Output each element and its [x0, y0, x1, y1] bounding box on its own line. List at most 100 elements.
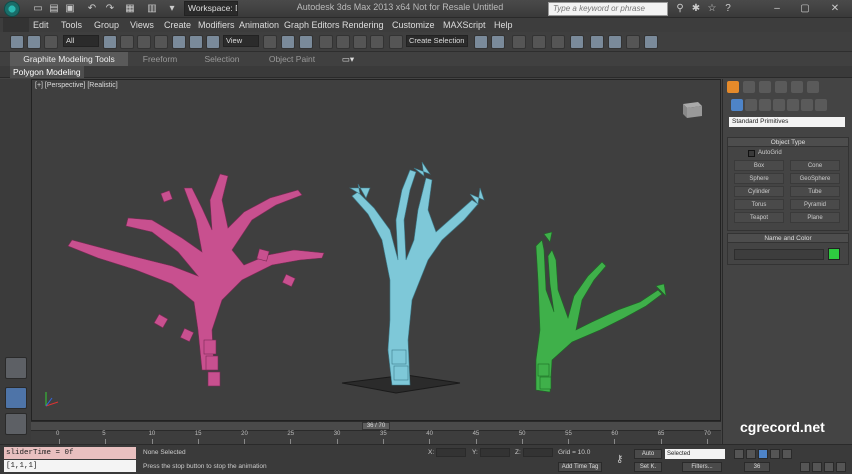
menu-edit[interactable]: Edit: [33, 19, 49, 31]
spinner-snap-icon[interactable]: [370, 35, 384, 49]
viewport-layout-icon[interactable]: [5, 357, 27, 379]
selection-filter-select[interactable]: All: [63, 35, 99, 47]
new-file-icon[interactable]: ▭: [32, 3, 44, 15]
workspace-select[interactable]: Workspace: Default: [184, 1, 238, 16]
select-by-name-icon[interactable]: [120, 35, 134, 49]
undo-tool-icon[interactable]: [10, 35, 24, 49]
display-tab-icon[interactable]: [791, 81, 803, 93]
maxscript-listener-input[interactable]: [1,1,1]: [4, 460, 136, 472]
object-type-rollout-title[interactable]: Object Type: [727, 137, 849, 147]
schematic-view-icon[interactable]: [570, 35, 584, 49]
material-editor-icon[interactable]: [590, 35, 604, 49]
menu-animation[interactable]: Animation: [239, 19, 279, 31]
app-logo-icon[interactable]: [4, 1, 20, 17]
set-key-button[interactable]: Set K.: [634, 462, 662, 472]
tube-button[interactable]: Tube: [790, 186, 840, 197]
named-selection-select[interactable]: Create Selection Se: [406, 35, 468, 47]
geometry-icon[interactable]: [731, 99, 743, 111]
name-color-rollout-title[interactable]: Name and Color: [727, 233, 849, 243]
menu-tools[interactable]: Tools: [61, 19, 82, 31]
teapot-button[interactable]: Teapot: [734, 212, 784, 223]
redo-icon[interactable]: ↷: [104, 3, 116, 15]
tab-object-paint[interactable]: Object Paint: [262, 52, 322, 66]
menu-views[interactable]: Views: [130, 19, 154, 31]
modify-tab-icon[interactable]: [743, 81, 755, 93]
keyboard-shortcut-icon[interactable]: [299, 35, 313, 49]
render-setup-icon[interactable]: [608, 35, 622, 49]
maximize-viewport-icon[interactable]: [836, 462, 846, 472]
shapes-icon[interactable]: [745, 99, 757, 111]
search-input[interactable]: Type a keyword or phrase: [548, 2, 668, 16]
object-name-field[interactable]: [734, 249, 824, 260]
polygon-modeling-panel[interactable]: Polygon Modeling: [10, 66, 84, 78]
binoculars-icon[interactable]: ⚲: [673, 2, 687, 16]
time-slider[interactable]: 36 / 70: [31, 421, 721, 430]
z-coordinate-field[interactable]: [523, 448, 553, 457]
viewport-quad-icon[interactable]: [5, 413, 27, 435]
systems-icon[interactable]: [815, 99, 827, 111]
hold-icon[interactable]: ▦: [124, 3, 136, 15]
cameras-icon[interactable]: [773, 99, 785, 111]
menu-group[interactable]: Group: [94, 19, 119, 31]
object-color-swatch[interactable]: [828, 248, 840, 260]
menu-maxscript[interactable]: MAXScript: [443, 19, 486, 31]
project-folder-icon[interactable]: ▥: [146, 3, 158, 15]
pivot-center-icon[interactable]: [263, 35, 277, 49]
select-link-icon[interactable]: [27, 35, 41, 49]
zoom-icon[interactable]: [800, 462, 810, 472]
sphere-button[interactable]: Sphere: [734, 173, 784, 184]
select-manipulate-icon[interactable]: [281, 35, 295, 49]
open-file-icon[interactable]: ▤: [48, 3, 60, 15]
bind-space-warp-icon[interactable]: [44, 35, 58, 49]
scale-icon[interactable]: [206, 35, 220, 49]
quick-access-dropdown-icon[interactable]: ▾: [166, 3, 178, 15]
motion-tab-icon[interactable]: [775, 81, 787, 93]
tab-freeform[interactable]: Freeform: [138, 52, 182, 66]
close-icon[interactable]: ✕: [828, 2, 842, 16]
key-icon[interactable]: ⚷: [616, 454, 623, 465]
maximize-icon[interactable]: ▢: [798, 2, 812, 16]
menu-create[interactable]: Create: [164, 19, 191, 31]
torus-button[interactable]: Torus: [734, 199, 784, 210]
mirror-icon[interactable]: [474, 35, 488, 49]
hierarchy-tab-icon[interactable]: [759, 81, 771, 93]
pan-icon[interactable]: [824, 462, 834, 472]
cylinder-button[interactable]: Cylinder: [734, 186, 784, 197]
current-frame-field[interactable]: 36: [744, 462, 770, 472]
graphite-toggle-icon[interactable]: [532, 35, 546, 49]
rectangular-selection-icon[interactable]: [137, 35, 151, 49]
render-production-icon[interactable]: [644, 35, 658, 49]
add-time-tag-button[interactable]: Add Time Tag: [558, 462, 602, 472]
track-bar[interactable]: 0 5 10 15 20 25 30 35 40 45 50 55 60 65 70: [31, 430, 721, 444]
percent-snap-icon[interactable]: [353, 35, 367, 49]
reference-coordinate-select[interactable]: View: [223, 35, 259, 47]
layer-manager-icon[interactable]: [512, 35, 526, 49]
geosphere-button[interactable]: GeoSphere: [790, 173, 840, 184]
play-icon[interactable]: [758, 449, 768, 459]
menu-modifiers[interactable]: Modifiers: [198, 19, 235, 31]
tab-graphite-modeling-tools[interactable]: Graphite Modeling Tools: [10, 52, 128, 66]
perspective-viewport[interactable]: [+] [Perspective] [Realistic]: [31, 79, 721, 421]
lights-icon[interactable]: [759, 99, 771, 111]
window-crossing-icon[interactable]: [154, 35, 168, 49]
primitive-category-select[interactable]: Standard Primitives: [729, 117, 845, 127]
menu-rendering[interactable]: Rendering: [342, 19, 384, 31]
go-to-start-icon[interactable]: [734, 449, 744, 459]
helpers-icon[interactable]: [787, 99, 799, 111]
save-icon[interactable]: ▣: [64, 3, 76, 15]
subscription-icon[interactable]: ✱: [689, 2, 703, 16]
pyramid-button[interactable]: Pyramid: [790, 199, 840, 210]
x-coordinate-field[interactable]: [436, 448, 466, 457]
cone-button[interactable]: Cone: [790, 160, 840, 171]
rendered-frame-window-icon[interactable]: [626, 35, 640, 49]
go-to-end-icon[interactable]: [782, 449, 792, 459]
viewport-single-icon[interactable]: [5, 387, 27, 409]
menu-customize[interactable]: Customize: [392, 19, 435, 31]
align-icon[interactable]: [491, 35, 505, 49]
minimize-icon[interactable]: –: [770, 2, 784, 16]
y-coordinate-field[interactable]: [480, 448, 510, 457]
undo-icon[interactable]: ↶: [86, 3, 98, 15]
create-tab-icon[interactable]: [727, 81, 739, 93]
box-button[interactable]: Box: [734, 160, 784, 171]
edit-named-selection-icon[interactable]: [389, 35, 403, 49]
